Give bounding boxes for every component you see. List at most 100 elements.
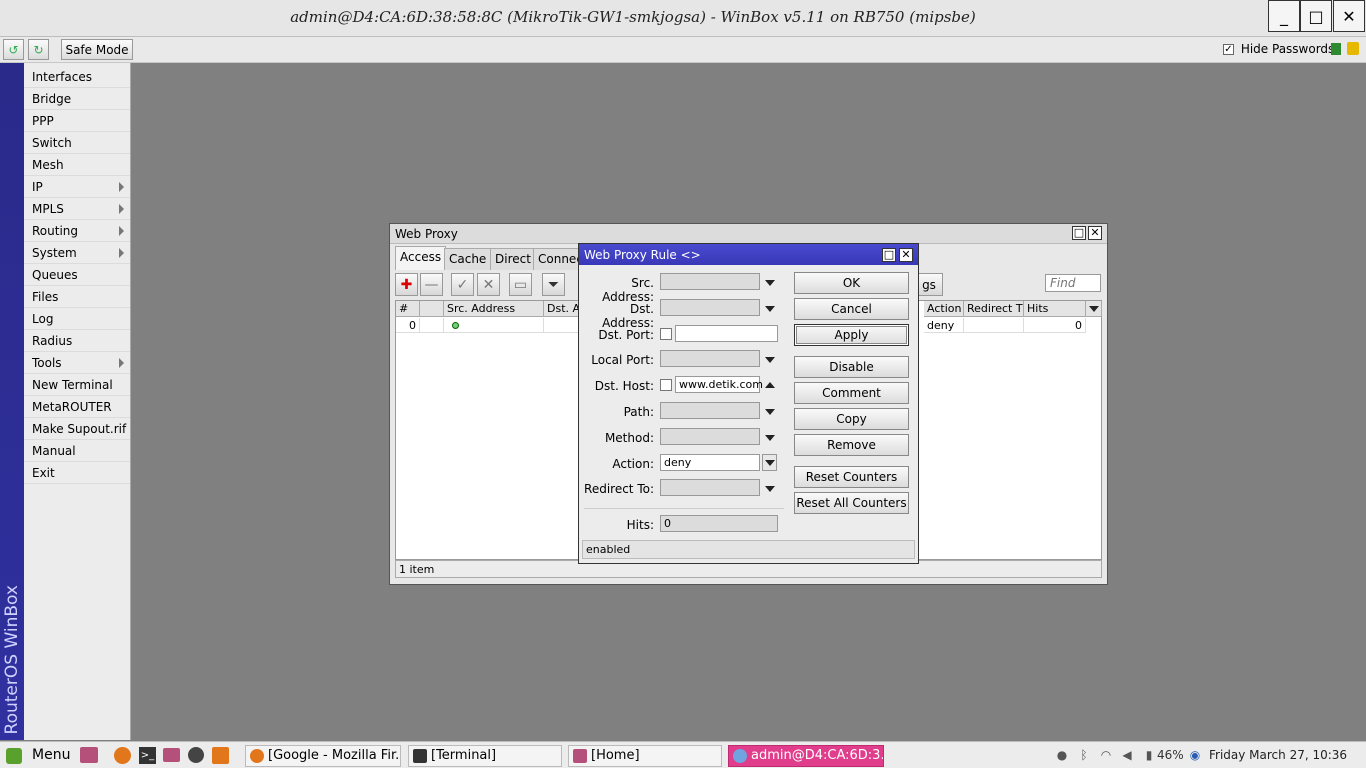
maximize-button[interactable]: □ bbox=[1300, 0, 1332, 32]
menu-item-routing[interactable]: Routing bbox=[24, 220, 130, 242]
copy-button[interactable]: Copy bbox=[794, 408, 909, 430]
menu-item-system[interactable]: System bbox=[24, 242, 130, 264]
path-field[interactable] bbox=[660, 402, 760, 419]
column-menu-button[interactable] bbox=[1086, 301, 1102, 317]
package-launcher-icon[interactable] bbox=[212, 747, 229, 764]
menu-item-radius[interactable]: Radius bbox=[24, 330, 130, 352]
safe-mode-button[interactable]: Safe Mode bbox=[61, 39, 133, 60]
dst-address-dropdown-icon[interactable] bbox=[765, 306, 775, 312]
user-icon[interactable]: ● bbox=[1055, 748, 1069, 762]
src-address-field[interactable] bbox=[660, 273, 760, 290]
redo-button[interactable]: ↻ bbox=[28, 39, 49, 60]
menu-item-ip[interactable]: IP bbox=[24, 176, 130, 198]
terminal-launcher-icon[interactable]: >_ bbox=[139, 747, 156, 764]
dst-address-field[interactable] bbox=[660, 299, 760, 316]
tab-direct[interactable]: Direct bbox=[490, 248, 536, 270]
firefox-launcher-icon[interactable] bbox=[114, 747, 131, 764]
winbox-icon bbox=[733, 749, 747, 763]
clock[interactable]: Friday March 27, 10:36 bbox=[1209, 748, 1347, 762]
undo-button[interactable]: ↺ bbox=[3, 39, 24, 60]
brand-sidebar: RouterOS WinBox bbox=[0, 63, 24, 740]
ok-button[interactable]: OK bbox=[794, 272, 909, 294]
files-launcher-icon[interactable] bbox=[163, 748, 180, 762]
disable-button[interactable]: Disable bbox=[794, 356, 909, 378]
task-winbox[interactable]: admin@D4:CA:6D:3... bbox=[728, 745, 884, 767]
hide-passwords-toggle[interactable]: ✓ Hide Passwords bbox=[1223, 42, 1334, 56]
action-select-button[interactable] bbox=[762, 454, 777, 471]
maximize-window-icon[interactable]: □ bbox=[1072, 226, 1086, 240]
menu-item-log[interactable]: Log bbox=[24, 308, 130, 330]
wifi-icon[interactable]: ◠ bbox=[1099, 748, 1113, 762]
column-header-action[interactable]: Action bbox=[924, 301, 964, 317]
reset-all-counters-button[interactable]: Reset All Counters bbox=[794, 492, 909, 514]
hide-passwords-checkbox[interactable]: ✓ bbox=[1223, 44, 1234, 55]
task-home[interactable]: [Home] bbox=[568, 745, 722, 767]
menu-item-metarouter[interactable]: MetaROUTER bbox=[24, 396, 130, 418]
path-dropdown-icon[interactable] bbox=[765, 409, 775, 415]
dst-host-negate-checkbox[interactable] bbox=[660, 379, 672, 391]
dst-host-collapse-icon[interactable] bbox=[765, 382, 775, 388]
volume-icon[interactable]: ◀ bbox=[1120, 748, 1134, 762]
tab-connections[interactable]: Connec bbox=[533, 248, 579, 270]
tab-cache[interactable]: Cache bbox=[444, 248, 492, 270]
menu-item-queues[interactable]: Queues bbox=[24, 264, 130, 286]
menu-item-new-terminal[interactable]: New Terminal bbox=[24, 374, 130, 396]
local-port-dropdown-icon[interactable] bbox=[765, 357, 775, 363]
enable-icon[interactable]: ✓ bbox=[451, 273, 474, 296]
action-select[interactable]: deny bbox=[660, 454, 760, 471]
remove-icon[interactable]: — bbox=[420, 273, 443, 296]
column-header-src-address[interactable]: Src. Address bbox=[444, 301, 544, 317]
close-dialog-icon[interactable]: ✕ bbox=[899, 248, 913, 262]
folder-icon bbox=[573, 749, 587, 763]
dst-port-field[interactable] bbox=[675, 325, 778, 342]
reset-counters-button[interactable]: Reset Counters bbox=[794, 466, 909, 488]
src-address-dropdown-icon[interactable] bbox=[765, 280, 775, 286]
column-header-flags[interactable] bbox=[420, 301, 444, 317]
tab-access[interactable]: Access bbox=[395, 246, 447, 270]
start-menu-button[interactable]: Menu bbox=[32, 747, 70, 763]
bluetooth-icon[interactable]: ᛒ bbox=[1077, 748, 1091, 762]
comment-icon[interactable]: ▭ bbox=[509, 273, 532, 296]
method-dropdown-icon[interactable] bbox=[765, 435, 775, 441]
task-terminal[interactable]: [Terminal] bbox=[408, 745, 562, 767]
row-action: deny bbox=[924, 318, 964, 333]
column-header-redirect-to[interactable]: Redirect T bbox=[964, 301, 1024, 317]
battery-icon[interactable]: ▮ bbox=[1142, 748, 1156, 762]
disable-icon[interactable]: ✕ bbox=[477, 273, 500, 296]
minimize-button[interactable]: _ bbox=[1268, 0, 1300, 32]
remove-button[interactable]: Remove bbox=[794, 434, 909, 456]
close-button[interactable]: ✕ bbox=[1333, 0, 1365, 32]
menu-item-interfaces[interactable]: Interfaces bbox=[24, 66, 130, 88]
menu-item-mpls[interactable]: MPLS bbox=[24, 198, 130, 220]
task-firefox[interactable]: [Google - Mozilla Fir... bbox=[245, 745, 401, 767]
close-window-icon[interactable]: ✕ bbox=[1088, 226, 1102, 240]
menu-item-bridge[interactable]: Bridge bbox=[24, 88, 130, 110]
menu-item-switch[interactable]: Switch bbox=[24, 132, 130, 154]
filter-icon[interactable]: ⏷ bbox=[542, 273, 565, 296]
media-launcher-icon[interactable] bbox=[188, 747, 204, 763]
comment-button[interactable]: Comment bbox=[794, 382, 909, 404]
column-header-number[interactable]: # bbox=[396, 301, 420, 317]
menu-item-mesh[interactable]: Mesh bbox=[24, 154, 130, 176]
menu-item-tools[interactable]: Tools bbox=[24, 352, 130, 374]
cancel-button[interactable]: Cancel bbox=[794, 298, 909, 320]
menu-item-ppp[interactable]: PPP bbox=[24, 110, 130, 132]
menu-item-manual[interactable]: Manual bbox=[24, 440, 130, 462]
local-port-field[interactable] bbox=[660, 350, 760, 367]
column-header-hits[interactable]: Hits bbox=[1024, 301, 1086, 317]
dst-port-negate-checkbox[interactable] bbox=[660, 328, 672, 340]
menu-item-files[interactable]: Files bbox=[24, 286, 130, 308]
dst-host-field[interactable]: www.detik.com bbox=[675, 376, 763, 393]
apply-button[interactable]: Apply bbox=[794, 324, 909, 346]
menu-item-exit[interactable]: Exit bbox=[24, 462, 130, 484]
redirect-to-dropdown-icon[interactable] bbox=[765, 486, 775, 492]
settings-button[interactable]: gs bbox=[915, 273, 943, 296]
menu-item-make-supout[interactable]: Make Supout.rif bbox=[24, 418, 130, 440]
update-icon[interactable]: ◉ bbox=[1188, 748, 1202, 762]
maximize-dialog-icon[interactable]: □ bbox=[882, 248, 896, 262]
add-icon[interactable]: ✚ bbox=[395, 273, 418, 296]
redirect-to-field[interactable] bbox=[660, 479, 760, 496]
find-input[interactable] bbox=[1045, 274, 1101, 292]
app-launcher-icon[interactable] bbox=[80, 747, 98, 763]
method-field[interactable] bbox=[660, 428, 760, 445]
